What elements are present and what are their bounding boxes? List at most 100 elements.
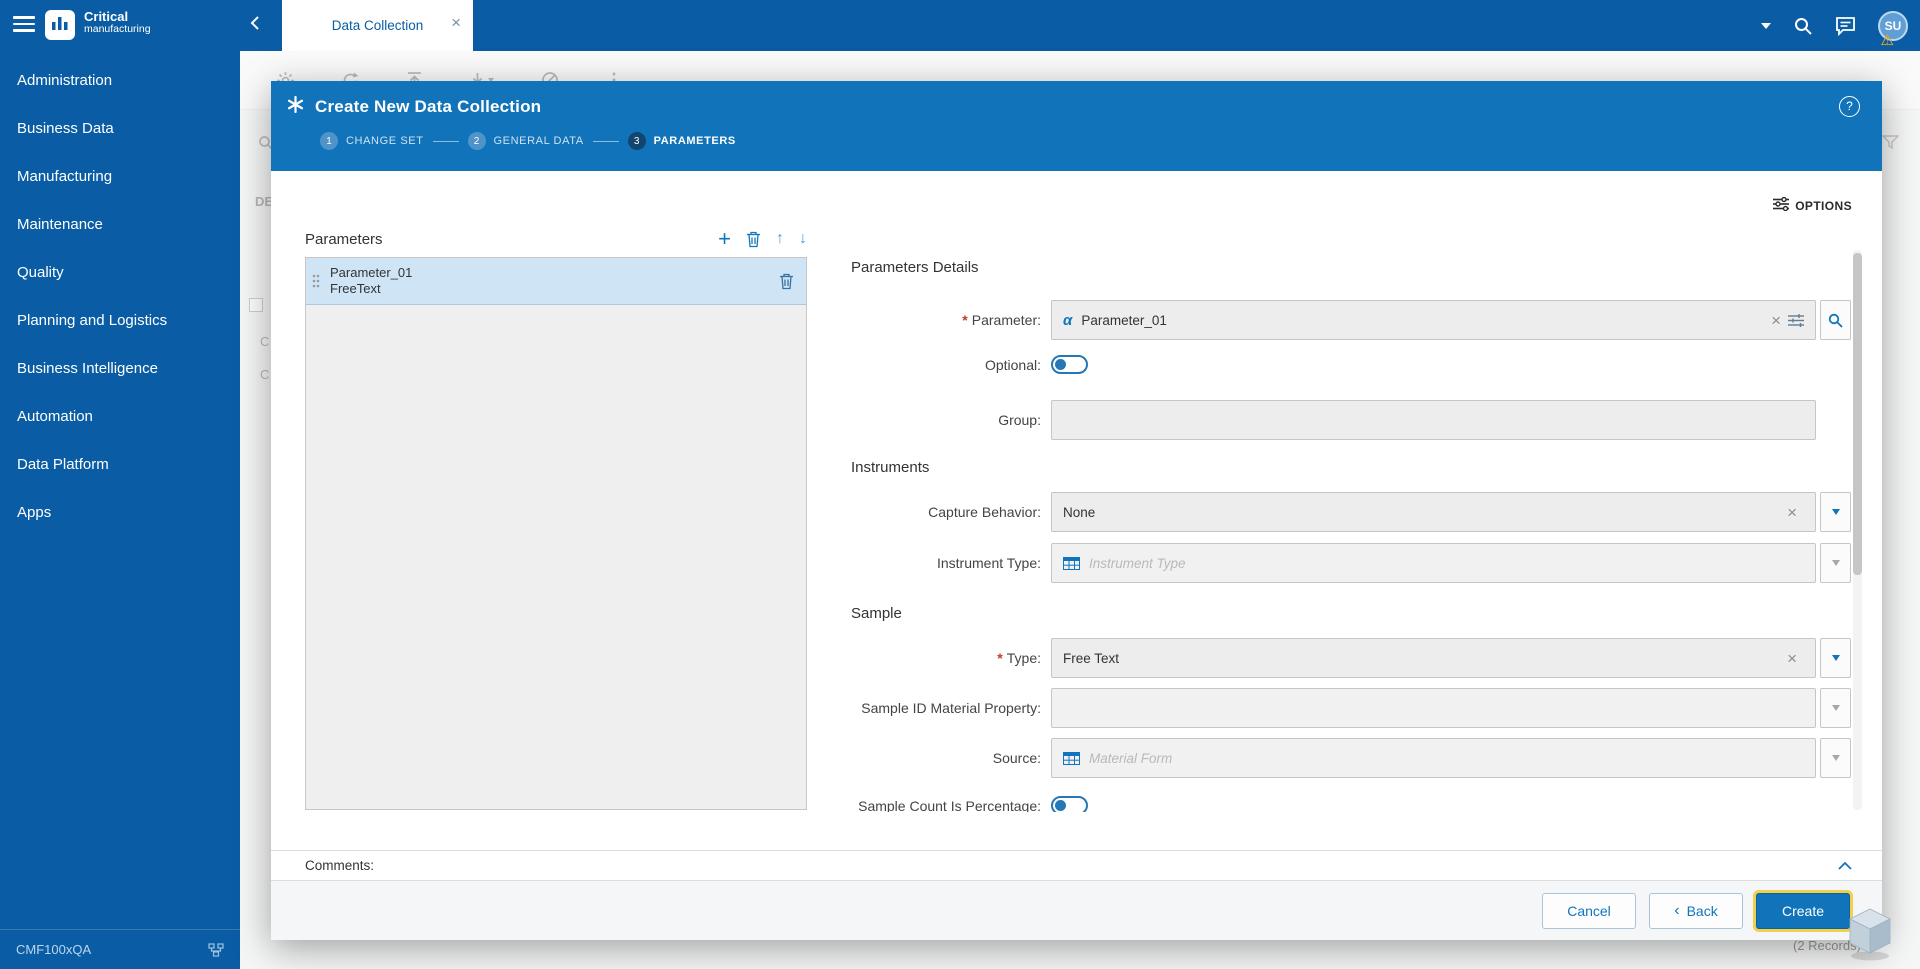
help-icon[interactable]: ? (1839, 96, 1860, 117)
environment-label: CMF100xQA (16, 942, 92, 957)
sidebar-item-business-data[interactable]: Business Data (0, 105, 240, 153)
options-button[interactable]: OPTIONS (1773, 196, 1852, 214)
caret-down-icon (1831, 509, 1840, 515)
create-button[interactable]: Create (1756, 892, 1850, 929)
top-bar: Critical manufacturing Data Collection ×… (0, 0, 1920, 51)
cancel-button[interactable]: Cancel (1542, 892, 1636, 929)
sample-type-dropdown-button[interactable] (1820, 638, 1851, 678)
capture-behavior-dropdown-button[interactable] (1820, 492, 1851, 532)
capture-behavior-select[interactable]: None × (1051, 492, 1816, 532)
sidebar-item-apps[interactable]: Apps (0, 489, 240, 537)
details-title: Parameters Details (851, 259, 979, 276)
required-marker: * (962, 312, 968, 328)
table-icon (1063, 556, 1080, 570)
connection-status-icon (208, 942, 224, 957)
parameter-row: * Parameter: α Parameter_01 × (271, 300, 1882, 340)
parameter-value: Parameter_01 (1081, 312, 1167, 328)
instrument-type-row: Instrument Type: Instrument Type (271, 543, 1882, 583)
sliders-icon[interactable] (1788, 313, 1804, 327)
brand-logo (45, 10, 75, 45)
back-chevron-icon: ‹ (1674, 901, 1680, 919)
sample-count-toggle[interactable] (1051, 796, 1088, 812)
source-row: Source: Material Form (271, 738, 1882, 778)
sidebar-item-data-platform[interactable]: Data Platform (0, 441, 240, 489)
application-window: Critical manufacturing Data Collection ×… (0, 0, 1920, 969)
step-parameters[interactable]: 3 PARAMETERS (627, 132, 736, 150)
sidebar-item-business-intelligence[interactable]: Business Intelligence (0, 345, 240, 393)
options-label: OPTIONS (1795, 198, 1852, 213)
back-label: Back (1686, 902, 1718, 919)
group-row: Group: (271, 400, 1882, 440)
wizard-steps: 1 CHANGE SET 2 GENERAL DATA 3 PARAMETERS (271, 118, 1882, 150)
clear-icon[interactable]: × (1771, 312, 1781, 329)
optional-row: Optional: (271, 345, 1882, 385)
optional-label: Optional: (984, 357, 1041, 373)
hamburger-menu-icon[interactable] (13, 16, 35, 34)
parameter-details-area: Parameters Details * Parameter: α Parame… (271, 171, 1882, 812)
sidebar-item-automation[interactable]: Automation (0, 393, 240, 441)
scrollbar-thumb[interactable] (1853, 253, 1862, 575)
sample-type-label: Type: (1006, 650, 1041, 666)
clear-icon[interactable]: × (1787, 504, 1797, 521)
group-input[interactable] (1051, 400, 1816, 440)
caret-down-icon (1831, 705, 1840, 711)
sidebar: Administration Business Data Manufacturi… (0, 51, 240, 969)
capture-behavior-label: Capture Behavior: (928, 504, 1041, 520)
search-icon[interactable] (1793, 16, 1813, 36)
chat-icon[interactable] (1835, 16, 1856, 36)
details-scrollbar[interactable] (1853, 250, 1862, 810)
sample-id-dropdown-button (1820, 688, 1851, 728)
brand-line2: manufacturing (84, 23, 151, 36)
sidebar-nav: Administration Business Data Manufacturi… (0, 51, 240, 537)
step-change-set[interactable]: 1 CHANGE SET (320, 132, 424, 150)
tab-close-icon[interactable]: × (451, 14, 461, 31)
options-sliders-icon (1773, 196, 1790, 214)
cube-widget[interactable] (1843, 903, 1897, 966)
sidebar-item-maintenance[interactable]: Maintenance (0, 201, 240, 249)
step-circle: 3 (627, 132, 646, 150)
capture-behavior-row: Capture Behavior: None × (271, 492, 1882, 532)
sample-id-select (1051, 688, 1816, 728)
step-label: GENERAL DATA (493, 135, 584, 147)
parameter-input[interactable]: α Parameter_01 × (1051, 300, 1816, 340)
caret-down-icon (1831, 560, 1840, 566)
environment-footer[interactable]: CMF100xQA (0, 929, 240, 969)
sample-section-title: Sample (851, 605, 902, 622)
instrument-type-label: Instrument Type: (936, 555, 1041, 571)
step-label: CHANGE SET (346, 135, 424, 147)
modal-header: Create New Data Collection ? 1 CHANGE SE… (271, 81, 1882, 171)
collapse-chevron-icon[interactable] (1838, 861, 1852, 870)
tab-back-chevron-icon[interactable] (250, 15, 260, 36)
sample-count-label: Sample Count Is Percentage: (858, 798, 1041, 812)
group-label: Group: (998, 412, 1041, 428)
tab-label: Data Collection (331, 18, 424, 33)
sample-type-value: Free Text (1063, 650, 1120, 666)
source-label: Source: (992, 750, 1041, 766)
sample-type-row: * Type: Free Text × (271, 638, 1882, 678)
sample-id-row: Sample ID Material Property: (271, 688, 1882, 728)
sidebar-item-administration[interactable]: Administration (0, 57, 240, 105)
caret-down-icon (1831, 655, 1840, 661)
tab-data-collection[interactable]: Data Collection × (282, 0, 473, 51)
step-general-data[interactable]: 2 GENERAL DATA (467, 132, 584, 150)
instrument-type-select: Instrument Type (1051, 543, 1816, 583)
sidebar-item-planning-logistics[interactable]: Planning and Logistics (0, 297, 240, 345)
step-circle: 2 (467, 132, 486, 150)
clear-icon[interactable]: × (1787, 650, 1797, 667)
parameter-search-button[interactable] (1820, 300, 1851, 340)
table-icon (1063, 751, 1080, 765)
cancel-label: Cancel (1567, 902, 1611, 919)
warning-icon[interactable]: ⚠ (1881, 31, 1894, 49)
sidebar-item-quality[interactable]: Quality (0, 249, 240, 297)
back-button[interactable]: ‹ Back (1649, 892, 1743, 929)
comments-bar[interactable]: Comments: (271, 850, 1882, 880)
source-dropdown-button (1820, 738, 1851, 778)
modal-body: OPTIONS Parameters + ↑ ↓ Parameter_01 Fr… (271, 171, 1882, 850)
optional-toggle[interactable] (1051, 355, 1088, 374)
chevron-down-icon[interactable] (1761, 22, 1771, 29)
create-data-collection-modal: Create New Data Collection ? 1 CHANGE SE… (271, 81, 1882, 940)
sidebar-item-manufacturing[interactable]: Manufacturing (0, 153, 240, 201)
required-marker: * (997, 650, 1003, 666)
capture-behavior-value: None (1063, 504, 1096, 520)
sample-type-select[interactable]: Free Text × (1051, 638, 1816, 678)
